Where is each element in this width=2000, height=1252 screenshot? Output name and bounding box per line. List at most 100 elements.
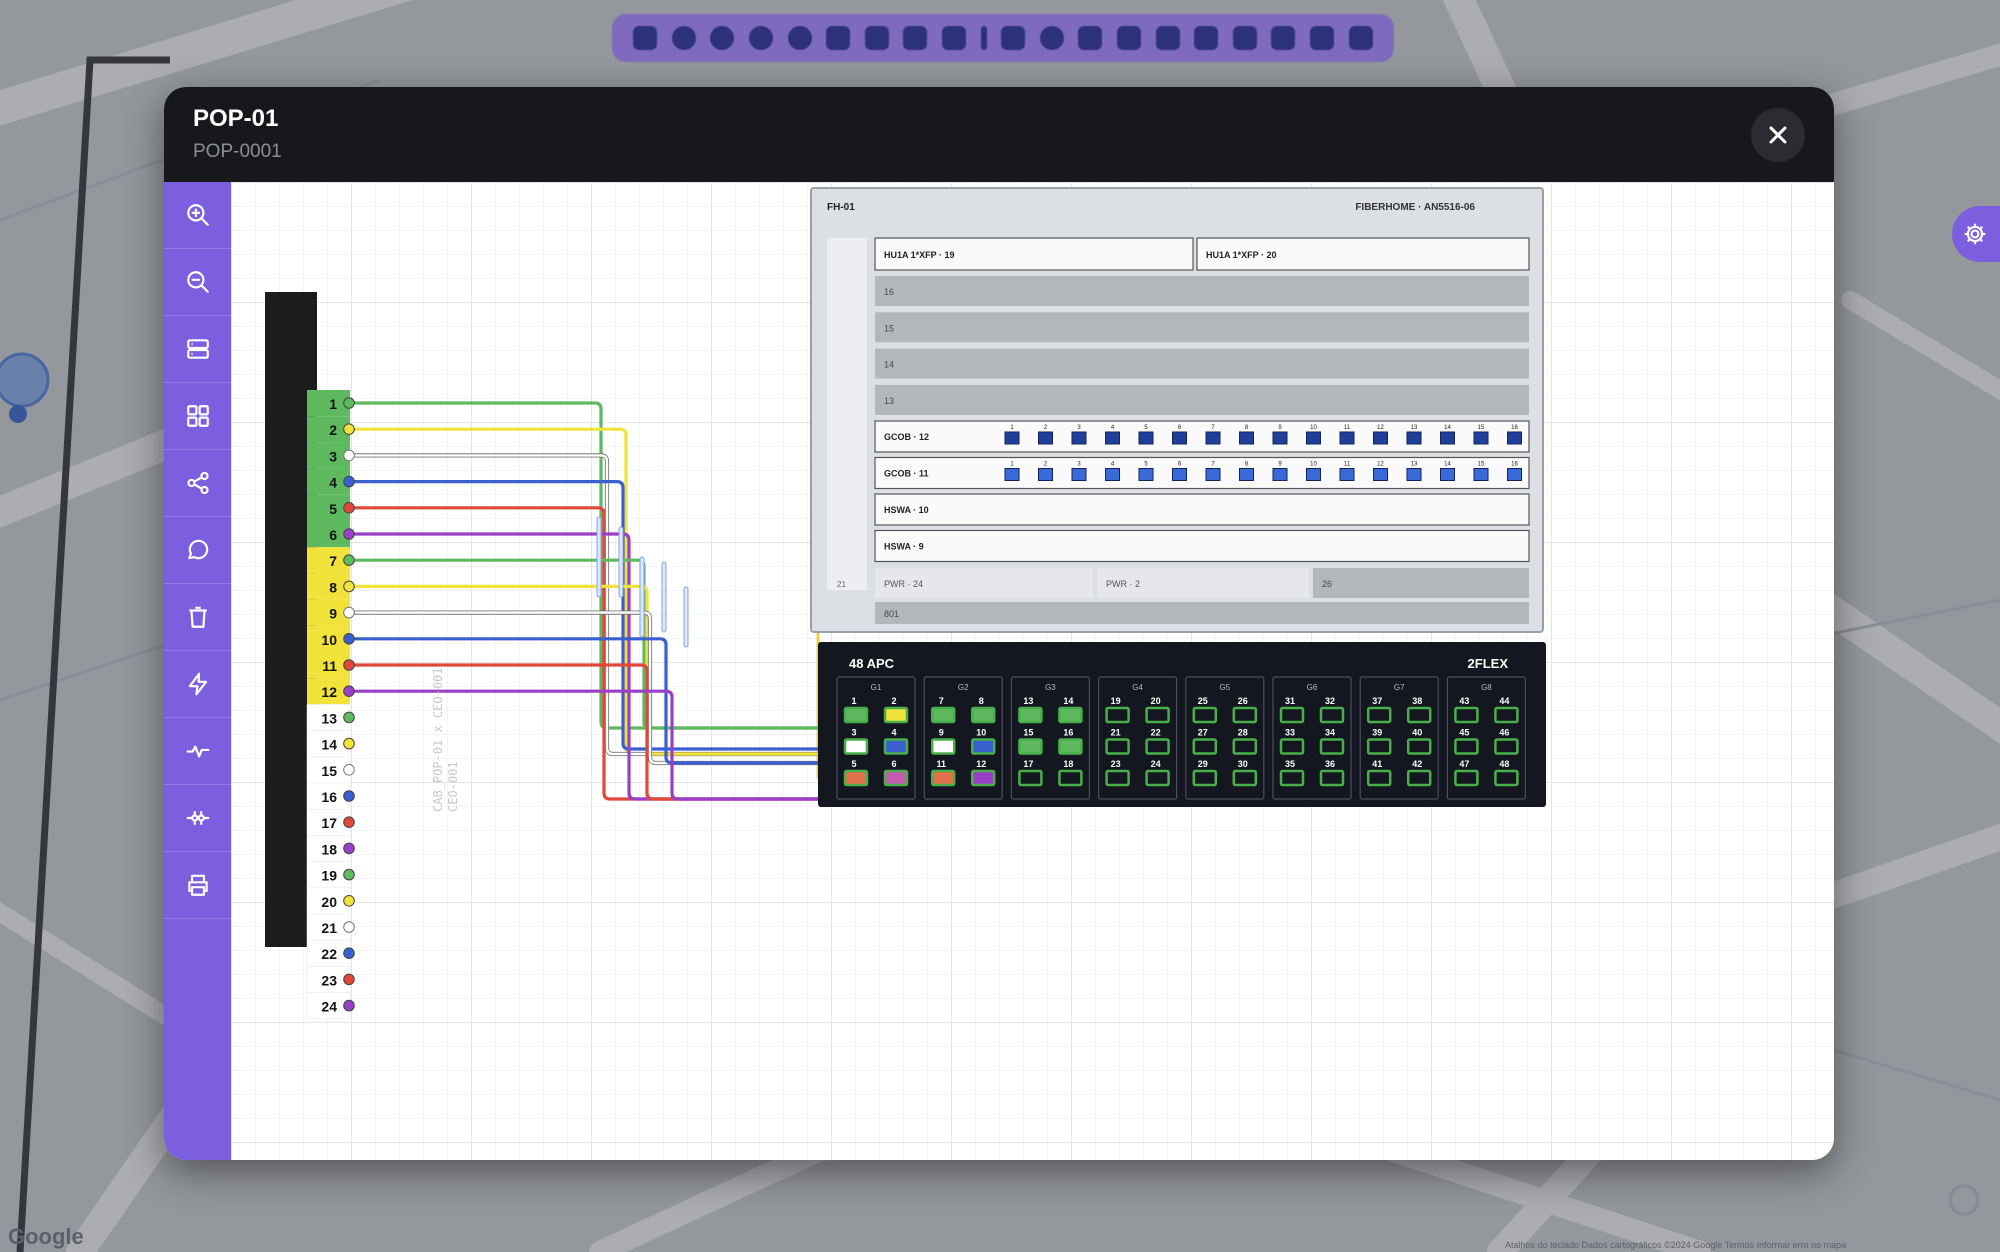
dio-port[interactable]: [1145, 706, 1170, 724]
gcob-port[interactable]: [1373, 468, 1388, 481]
gcob-port[interactable]: [1105, 431, 1120, 445]
dio-port[interactable]: [1406, 706, 1432, 724]
filter-icon[interactable]: [1271, 26, 1296, 50]
gcob-port[interactable]: [1272, 431, 1288, 445]
fiber-dot[interactable]: [343, 554, 355, 567]
dio-port[interactable]: [843, 706, 869, 724]
dio-port[interactable]: [843, 769, 869, 787]
gcob-port[interactable]: [1038, 431, 1053, 445]
gcob-port[interactable]: [1406, 431, 1422, 445]
gcob-port[interactable]: [1507, 431, 1522, 445]
gcob-port[interactable]: [1507, 468, 1522, 481]
dio-port[interactable]: [1105, 706, 1130, 724]
settings-button[interactable]: [1952, 206, 2000, 262]
tower-icon[interactable]: [1155, 26, 1180, 50]
dio-port[interactable]: [1406, 769, 1432, 787]
fiber-dot[interactable]: [343, 502, 355, 514]
gcob-port[interactable]: [1038, 468, 1053, 481]
avatar-icon[interactable]: [710, 26, 735, 50]
dio-port[interactable]: [970, 769, 996, 787]
dio-port[interactable]: [970, 738, 996, 755]
zoom-in-icon[interactable]: [826, 26, 851, 50]
gcob-port[interactable]: [1440, 468, 1455, 481]
dio-port[interactable]: [1105, 769, 1130, 787]
fiber-dot[interactable]: [343, 397, 355, 409]
fiber-dot[interactable]: [343, 449, 355, 462]
fiber-dot[interactable]: [343, 921, 355, 933]
dio-port[interactable]: [1232, 738, 1258, 755]
gcob-port[interactable]: [1138, 431, 1154, 445]
olt-empty-slot[interactable]: [875, 384, 1529, 415]
dio-port[interactable]: [1454, 706, 1479, 724]
hswa-card[interactable]: [874, 493, 1530, 526]
gcob-port[interactable]: [1306, 468, 1321, 481]
user-icon[interactable]: [1348, 26, 1373, 50]
fiber-dot[interactable]: [343, 633, 355, 645]
fiber-dot[interactable]: [343, 685, 355, 698]
fiber-dot[interactable]: [343, 895, 355, 907]
dio-port[interactable]: [930, 738, 956, 755]
dio-port[interactable]: [1192, 706, 1218, 724]
fiber-route[interactable]: [354, 637, 818, 765]
fiber-dot[interactable]: [343, 737, 355, 750]
dio-port[interactable]: [1494, 738, 1519, 755]
box-icon[interactable]: [1194, 26, 1219, 50]
building-icon[interactable]: [1001, 26, 1026, 50]
fiber-dot[interactable]: [343, 528, 355, 540]
dio-port[interactable]: [843, 738, 869, 755]
gcob-port[interactable]: [1205, 431, 1221, 445]
gcob-port[interactable]: [1306, 431, 1321, 445]
fiber-dot[interactable]: [343, 790, 355, 802]
olt-empty-slot[interactable]: [875, 602, 1529, 624]
moon-icon[interactable]: [671, 26, 696, 50]
gcob-port[interactable]: [1205, 468, 1221, 481]
fiber-route[interactable]: [354, 610, 818, 766]
olt-slot-left[interactable]: [827, 238, 867, 590]
gcob-port[interactable]: [1105, 468, 1120, 481]
dio-port[interactable]: [883, 769, 909, 787]
gcob-port[interactable]: [1004, 468, 1020, 481]
dio-port[interactable]: [1279, 769, 1305, 787]
dot-icon[interactable]: [787, 26, 812, 50]
fiber-route[interactable]: [354, 453, 818, 757]
fiber-dot[interactable]: [343, 606, 355, 619]
fiber-route[interactable]: [354, 427, 818, 756]
olt-empty-slot[interactable]: [875, 276, 1529, 306]
map-top-toolbar[interactable]: [612, 14, 1394, 62]
dio-port[interactable]: [1145, 738, 1170, 755]
dio-port[interactable]: [1279, 738, 1305, 755]
fiber-dot[interactable]: [343, 764, 355, 776]
fiber-dot[interactable]: [343, 580, 355, 593]
hswa-card[interactable]: [874, 529, 1530, 563]
dio-port[interactable]: [1319, 706, 1345, 724]
gcob-card[interactable]: [874, 420, 1530, 453]
dio-port[interactable]: [1366, 769, 1392, 787]
globe-icon[interactable]: [749, 26, 774, 50]
gcob-port[interactable]: [1071, 431, 1087, 445]
gcob-port[interactable]: [1272, 468, 1288, 481]
fiber-dot[interactable]: [343, 947, 355, 960]
dio-port[interactable]: [1018, 706, 1043, 724]
fiber-dot[interactable]: [343, 659, 355, 671]
dio-port[interactable]: [930, 769, 956, 787]
fiber-dot[interactable]: [343, 711, 355, 724]
dio-port[interactable]: [1319, 738, 1345, 755]
dio-port[interactable]: [1018, 769, 1043, 787]
shield-icon[interactable]: [1309, 26, 1334, 50]
fiber-dot[interactable]: [343, 423, 355, 436]
dio-port[interactable]: [883, 738, 909, 755]
fiber-route[interactable]: [354, 401, 818, 730]
fiber-dot[interactable]: [343, 816, 355, 829]
gcob-port[interactable]: [1004, 431, 1020, 445]
gcob-port[interactable]: [1239, 468, 1254, 481]
ruler-icon[interactable]: [1117, 26, 1142, 50]
gcob-port[interactable]: [1339, 468, 1355, 481]
dio-port[interactable]: [1145, 769, 1170, 787]
dio-port[interactable]: [1105, 738, 1130, 755]
fiber-route[interactable]: [354, 663, 818, 801]
gcob-port[interactable]: [1172, 468, 1187, 481]
dio-port[interactable]: [1232, 769, 1258, 787]
dio-port[interactable]: [1279, 706, 1305, 724]
fiber-route[interactable]: [354, 611, 818, 765]
dio-port[interactable]: [1454, 738, 1479, 755]
